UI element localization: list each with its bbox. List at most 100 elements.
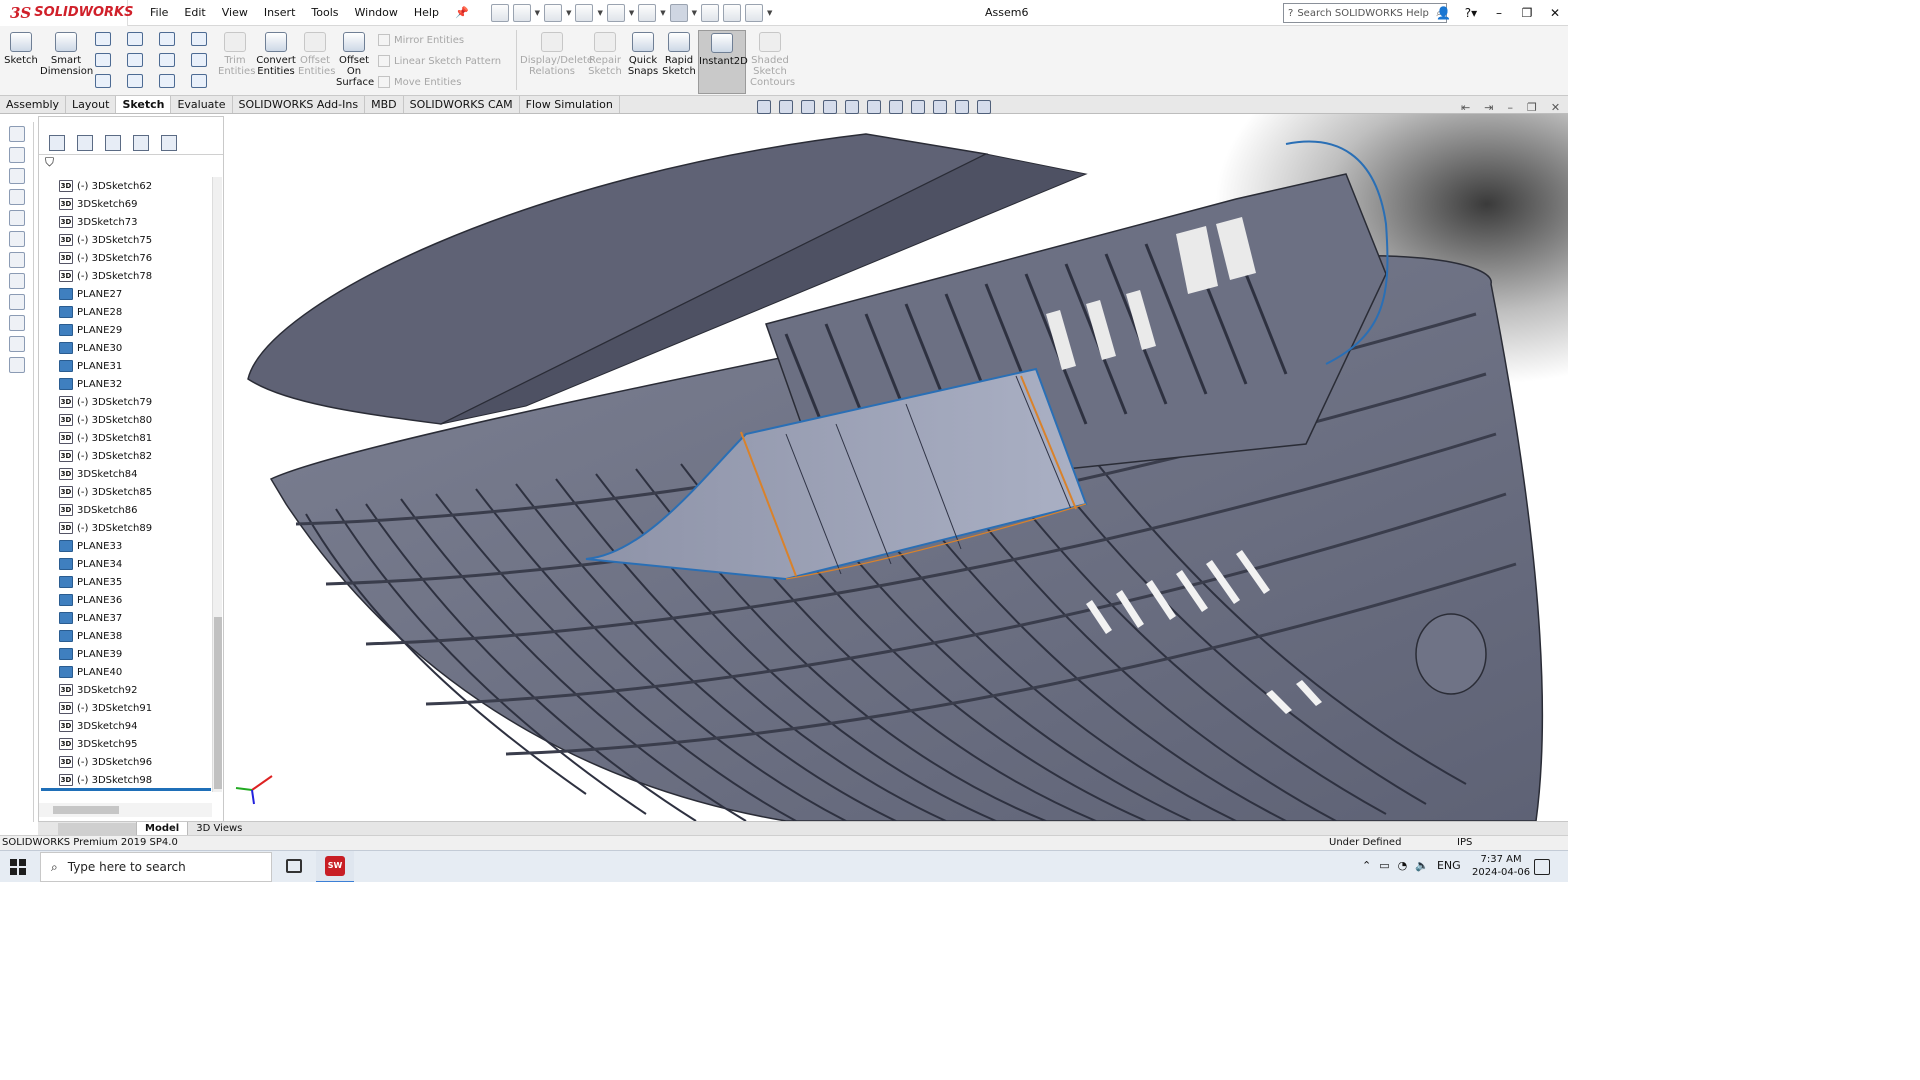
feature-icon-2[interactable] xyxy=(8,168,25,184)
quick-snaps-button[interactable]: Quick Snaps xyxy=(626,32,660,77)
tree-item[interactable]: 3D 3DSketch73 xyxy=(59,213,209,231)
boat-hull-model[interactable] xyxy=(226,114,1568,821)
configuration-tab-icon[interactable] xyxy=(105,134,121,151)
tree-item[interactable]: PLANE40 xyxy=(59,663,209,681)
property-manager-tab-icon[interactable] xyxy=(77,134,93,151)
tree-item[interactable]: 3D (-) 3DSketch78 xyxy=(59,267,209,285)
viewport-minimize-button[interactable]: – xyxy=(1507,101,1513,114)
tree-item[interactable]: 3D (-) 3DSketch76 xyxy=(59,249,209,267)
appearance-tab-icon[interactable] xyxy=(161,134,177,151)
tree-item[interactable]: 3D (-) 3DSketch82 xyxy=(59,447,209,465)
solidworks-logo[interactable]: 3S SOLIDWORKS xyxy=(0,0,133,26)
previous-view-icon[interactable] xyxy=(801,100,815,114)
repair-sketch-button[interactable]: Repair Sketch xyxy=(588,32,622,77)
graphics-area[interactable] xyxy=(226,114,1568,821)
menu-file[interactable]: File xyxy=(142,0,176,26)
tree-item[interactable]: PLANE38 xyxy=(59,627,209,645)
trim-entities-button[interactable]: Trim Entities xyxy=(218,32,255,77)
polygon-icon[interactable] xyxy=(159,53,175,67)
tree-item[interactable]: PLANE30 xyxy=(59,339,209,357)
tab-sketch[interactable]: Sketch xyxy=(116,96,172,113)
feature-icon-9[interactable] xyxy=(8,315,25,331)
feature-icon-11[interactable] xyxy=(8,357,25,373)
tree-item[interactable]: 3D (-) 3DSketch89 xyxy=(59,519,209,537)
new-document-icon[interactable] xyxy=(512,3,531,22)
battery-icon[interactable]: ▭ xyxy=(1379,859,1389,872)
zoom-to-area-icon[interactable] xyxy=(779,100,793,114)
tree-vertical-scrollbar[interactable] xyxy=(212,177,222,792)
tab-mbd[interactable]: MBD xyxy=(365,96,404,113)
porthole[interactable] xyxy=(1415,613,1487,695)
rapid-sketch-button[interactable]: Rapid Sketch xyxy=(662,32,696,77)
tab-assembly[interactable]: Assembly xyxy=(0,96,67,113)
tree-item[interactable]: PLANE32 xyxy=(59,375,209,393)
tree-item[interactable]: 3D (-) 3DSketch85 xyxy=(59,483,209,501)
help-menu-icon[interactable]: ?▾ xyxy=(1464,6,1478,20)
line-icon[interactable] xyxy=(95,32,111,46)
smart-dimension-button[interactable]: Smart Dimension xyxy=(40,32,93,77)
feature-icon-7[interactable] xyxy=(8,273,25,289)
tree-item[interactable]: 3D 3DSketch86 xyxy=(59,501,209,519)
select-pointer-icon[interactable] xyxy=(669,3,688,22)
tab-flow-simulation[interactable]: Flow Simulation xyxy=(520,96,620,113)
viewport-expand-icon[interactable]: ⇥ xyxy=(1484,101,1493,114)
close-button[interactable]: ✕ xyxy=(1548,6,1562,20)
linear-sketch-pattern-button[interactable]: Linear Sketch Pattern xyxy=(378,55,501,67)
help-search-input[interactable]: ? Search SOLIDWORKS Help ⌕ xyxy=(1283,3,1447,23)
feature-icon-4[interactable] xyxy=(8,210,25,226)
windows-start-icon[interactable] xyxy=(10,859,26,875)
viewport-collapse-icon[interactable]: ⇤ xyxy=(1461,101,1470,114)
hide-show-items-icon[interactable] xyxy=(911,100,925,114)
options-gear-icon[interactable] xyxy=(745,3,764,22)
tab-cam[interactable]: SOLIDWORKS CAM xyxy=(404,96,520,113)
dimxpert-tab-icon[interactable] xyxy=(133,134,149,151)
notification-icon[interactable] xyxy=(1534,859,1550,875)
units-selector[interactable]: IPS xyxy=(1457,837,1472,848)
circle-icon[interactable] xyxy=(127,32,143,46)
instant2d-button[interactable]: Instant2D xyxy=(698,30,748,94)
tree-item[interactable]: 3D 3DSketch84 xyxy=(59,465,209,483)
plane-icon[interactable] xyxy=(191,74,207,88)
tree-item[interactable]: PLANE31 xyxy=(59,357,209,375)
h-scroll-thumb[interactable] xyxy=(53,806,119,814)
slot-icon[interactable] xyxy=(95,74,111,88)
pin-icon[interactable]: 📌 xyxy=(447,0,477,26)
tree-item[interactable]: 3D 3DSketch94 xyxy=(59,717,209,735)
volume-icon[interactable]: 🔈 xyxy=(1415,859,1429,872)
display-delete-relations-button[interactable]: Display/Delete Relations xyxy=(520,32,593,77)
menu-edit[interactable]: Edit xyxy=(176,0,213,26)
point-icon[interactable] xyxy=(127,74,143,88)
viewport-close-button[interactable]: ✕ xyxy=(1551,101,1560,114)
task-view-icon[interactable] xyxy=(286,859,302,873)
section-view-icon[interactable] xyxy=(823,100,837,114)
view-orientation-icon[interactable] xyxy=(867,100,881,114)
tree-item[interactable]: PLANE39 xyxy=(59,645,209,663)
sketch-button[interactable]: Sketch xyxy=(4,32,38,66)
network-icon[interactable]: ◔ xyxy=(1398,859,1408,872)
minimize-button[interactable]: – xyxy=(1492,6,1506,20)
viewport-restore-button[interactable]: ❐ xyxy=(1527,101,1537,114)
tree-item[interactable]: 3D (-) 3DSketch96 xyxy=(59,753,209,771)
home-icon[interactable] xyxy=(490,3,509,22)
offset-on-surface-button[interactable]: Offset On Surface xyxy=(336,32,374,88)
shaded-sketch-contours-button[interactable]: Shaded Sketch Contours xyxy=(750,32,795,88)
feature-icon-6[interactable] xyxy=(8,252,25,268)
save-icon[interactable] xyxy=(575,3,594,22)
tree-item[interactable]: PLANE33 xyxy=(59,537,209,555)
open-icon[interactable] xyxy=(544,3,563,22)
rectangle-icon[interactable] xyxy=(95,53,111,67)
3d-sketch-icon[interactable] xyxy=(8,126,25,142)
user-icon[interactable]: 👤 xyxy=(1436,6,1451,20)
rebuild-icon[interactable] xyxy=(701,3,720,22)
tree-item[interactable]: 3D (-) 3DSketch79 xyxy=(59,393,209,411)
tree-item[interactable]: PLANE27 xyxy=(59,285,209,303)
move-entities-button[interactable]: Move Entities xyxy=(378,76,461,88)
menu-view[interactable]: View xyxy=(214,0,256,26)
mirror-entities-button[interactable]: Mirror Entities xyxy=(378,34,464,46)
tree-item[interactable]: 3D 3DSketch69 xyxy=(59,195,209,213)
clock[interactable]: 7:37 AM 2024-04-06 xyxy=(1472,853,1530,879)
zoom-to-fit-icon[interactable] xyxy=(757,100,771,114)
tree-horizontal-scrollbar[interactable] xyxy=(39,803,212,817)
tab-3d-views[interactable]: 3D Views xyxy=(187,822,250,835)
edit-appearance-icon[interactable] xyxy=(933,100,947,114)
